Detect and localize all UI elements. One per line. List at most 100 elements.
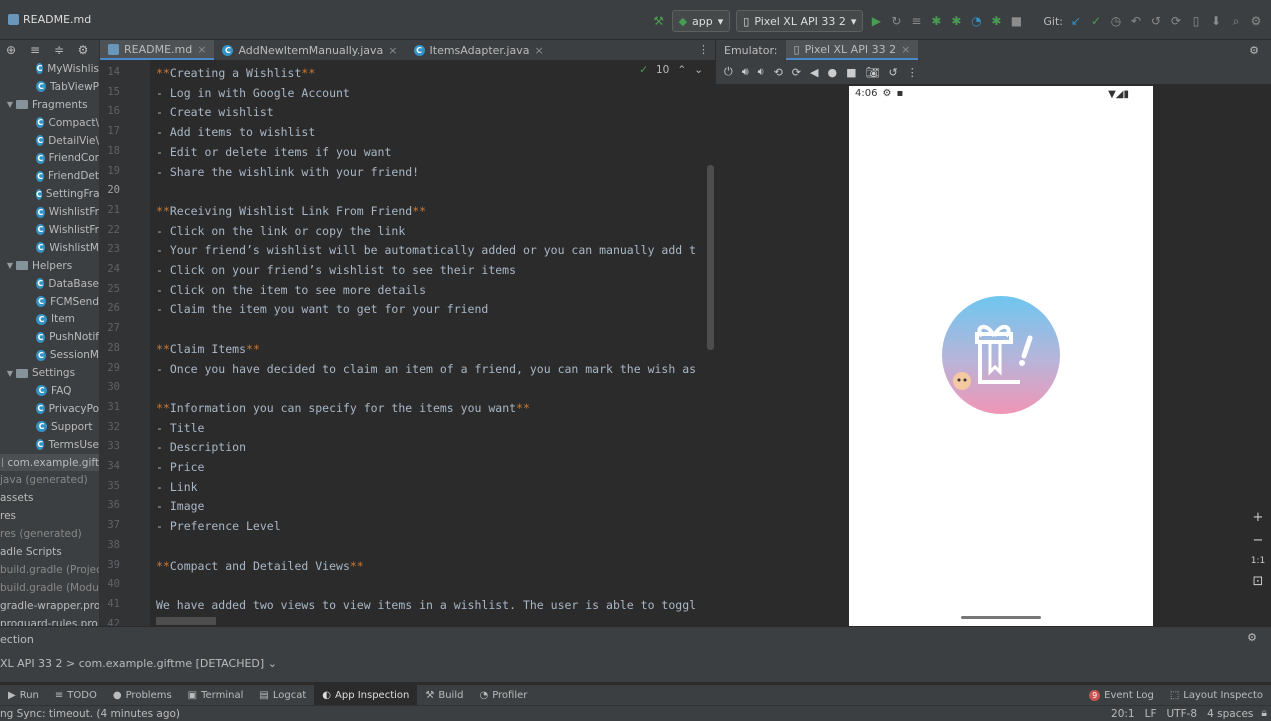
- debug-icon[interactable]: ✱: [929, 14, 943, 28]
- tree-item[interactable]: C DetailVie\: [0, 132, 99, 150]
- process-selector[interactable]: XL API 33 2 > com.example.giftme [DETACH…: [0, 657, 277, 670]
- status-message[interactable]: ng Sync: timeout. (4 minutes ago): [0, 708, 180, 720]
- gradle-sync-icon[interactable]: ⟳: [1169, 14, 1183, 28]
- tool-tab-run[interactable]: ▶ Run: [0, 685, 47, 705]
- back-icon[interactable]: ◀: [810, 66, 818, 79]
- tree-item[interactable]: C TermsUse: [0, 436, 99, 454]
- gear-icon[interactable]: ⚙: [1247, 631, 1257, 644]
- zoom-ratio-button[interactable]: 1:1: [1251, 556, 1265, 566]
- tree-item[interactable]: gradle-wrapper.pro: [0, 597, 99, 615]
- device-screen[interactable]: 4:06 ⚙ ▪ ▼◢▮: [849, 86, 1153, 626]
- search-icon[interactable]: ⌕: [1229, 14, 1243, 29]
- tree-item[interactable]: build.gradle (Projec: [0, 561, 99, 579]
- tool-tab-todo[interactable]: ≡ TODO: [47, 685, 105, 705]
- more-icon[interactable]: ⋮: [907, 66, 918, 79]
- tree-item[interactable]: C PushNotif: [0, 328, 99, 346]
- tree-item[interactable]: com.example.gift: [0, 453, 99, 472]
- indent-setting[interactable]: 4 spaces: [1207, 708, 1261, 720]
- tree-item[interactable]: C PrivacyPo: [0, 400, 99, 418]
- close-icon[interactable]: ×: [901, 43, 910, 56]
- power-icon[interactable]: ⏻: [724, 65, 733, 79]
- tree-item[interactable]: res: [0, 507, 99, 525]
- snapshot-icon[interactable]: ↺: [888, 66, 897, 79]
- git-rollback-icon[interactable]: ↶: [1129, 14, 1143, 28]
- camera-icon[interactable]: 📷︎: [866, 66, 880, 79]
- tree-item[interactable]: C FCMSend: [0, 293, 99, 311]
- inspection-widget[interactable]: ✓ 10 ⌃ ⌄: [639, 64, 703, 76]
- code-editor[interactable]: ✓ 10 ⌃ ⌄ **Creating a Wishlist** - Log in…: [150, 60, 715, 626]
- chevron-down-icon[interactable]: ▼: [4, 261, 16, 270]
- tree-item[interactable]: C Support: [0, 418, 99, 436]
- fit-screen-icon[interactable]: ⊡: [1253, 574, 1264, 589]
- target-icon[interactable]: ⊕: [4, 43, 18, 57]
- tree-item[interactable]: assets: [0, 489, 99, 507]
- tool-tab-layout-inspector[interactable]: ⬚ Layout Inspecto: [1162, 685, 1271, 705]
- collapse-all-icon[interactable]: ≡: [28, 43, 42, 57]
- home-indicator[interactable]: [961, 616, 1041, 619]
- rotate-left-icon[interactable]: ⟲: [774, 66, 783, 79]
- tool-tab-profiler[interactable]: ◔ Profiler: [471, 685, 535, 705]
- editor-scrollbar-horizontal[interactable]: [156, 617, 216, 625]
- volume-down-icon[interactable]: 🔉︎: [758, 65, 765, 79]
- zoom-out-icon[interactable]: −: [1253, 533, 1264, 548]
- lock-icon[interactable]: 🔒︎: [1261, 707, 1271, 720]
- attach-debugger-icon[interactable]: ✱: [949, 14, 963, 28]
- git-commit-icon[interactable]: ✓: [1089, 14, 1103, 28]
- tree-item[interactable]: ▼ Helpers: [0, 257, 99, 275]
- tree-item[interactable]: C FriendCor: [0, 149, 99, 167]
- close-icon[interactable]: ×: [197, 43, 206, 56]
- tree-item[interactable]: ▼ Settings: [0, 364, 99, 382]
- tool-tab-build[interactable]: ⚒ Build: [417, 685, 471, 705]
- tree-item[interactable]: C Item: [0, 310, 99, 328]
- run-icon[interactable]: ▶: [869, 14, 883, 28]
- file-encoding[interactable]: UTF-8: [1167, 708, 1208, 720]
- tree-item[interactable]: C WishlistFr: [0, 221, 99, 239]
- tree-item[interactable]: res (generated): [0, 525, 99, 543]
- editor-tab[interactable]: C ItemsAdapter.java ×: [406, 40, 552, 60]
- stop-icon[interactable]: ■: [1009, 14, 1023, 28]
- overview-icon[interactable]: ■: [846, 66, 856, 79]
- build-hammer-icon[interactable]: ⚒: [652, 14, 666, 28]
- chevron-down-icon[interactable]: ▼: [4, 369, 16, 378]
- device-manager-icon[interactable]: ▯: [1189, 14, 1203, 28]
- sdk-manager-icon[interactable]: ⬇: [1209, 14, 1223, 28]
- tool-tab-app-inspection[interactable]: ◐ App Inspection: [314, 685, 418, 705]
- tree-item[interactable]: C SessionM: [0, 346, 99, 364]
- apply-changes-icon[interactable]: ↻: [889, 14, 903, 28]
- editor-tab[interactable]: README.md ×: [100, 40, 215, 60]
- tree-item[interactable]: C MyWishlis: [0, 60, 99, 78]
- tree-item[interactable]: C Compact\: [0, 114, 99, 132]
- home-icon[interactable]: ●: [827, 66, 837, 79]
- gear-icon[interactable]: ⚙: [1249, 44, 1271, 57]
- git-update-icon[interactable]: ↙: [1069, 14, 1083, 28]
- tree-item[interactable]: C WishlistM: [0, 239, 99, 257]
- run-config-dropdown[interactable]: ◆ app ▾: [671, 10, 731, 32]
- tree-item[interactable]: C TabViewP: [0, 78, 99, 96]
- gear-icon[interactable]: ⚙: [76, 43, 90, 57]
- close-icon[interactable]: ×: [534, 44, 543, 57]
- tool-tab-terminal[interactable]: ▣ Terminal: [180, 685, 252, 705]
- tool-tab-event-log[interactable]: 9 Event Log: [1081, 685, 1162, 705]
- close-icon[interactable]: ×: [388, 44, 397, 57]
- zoom-in-icon[interactable]: +: [1253, 510, 1264, 525]
- tree-item[interactable]: ▼ Fragments: [0, 96, 99, 114]
- tree-item[interactable]: java (generated): [0, 471, 99, 489]
- tree-item[interactable]: C WishlistFr: [0, 203, 99, 221]
- profiler-icon[interactable]: ◔: [969, 14, 983, 28]
- chevron-down-icon[interactable]: ▼: [4, 100, 16, 109]
- editor-scrollbar-vertical[interactable]: [707, 165, 714, 350]
- more-tabs-icon[interactable]: ⋮: [698, 40, 715, 60]
- coverage-icon[interactable]: ≡: [909, 14, 923, 28]
- tree-item[interactable]: proguard-rules.pro: [0, 615, 99, 626]
- undo-icon[interactable]: ↺: [1149, 14, 1163, 28]
- caret-position[interactable]: 20:1: [1111, 708, 1145, 720]
- tree-item[interactable]: C FriendDet: [0, 167, 99, 185]
- line-separator[interactable]: LF: [1145, 708, 1167, 720]
- expand-all-icon[interactable]: ≑: [52, 43, 66, 57]
- debug-app-icon[interactable]: ✱: [989, 14, 1003, 28]
- git-history-icon[interactable]: ◷: [1109, 14, 1123, 28]
- emulator-device-tab[interactable]: ▯ Pixel XL API 33 2 ×: [785, 40, 919, 60]
- tool-tab-logcat[interactable]: ▤ Logcat: [251, 685, 314, 705]
- volume-up-icon[interactable]: 🔊︎: [742, 65, 749, 79]
- device-dropdown[interactable]: ▯ Pixel XL API 33 2 ▾: [736, 10, 864, 32]
